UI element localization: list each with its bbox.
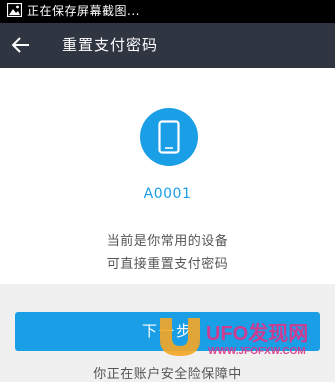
status-bar: 正在保存屏幕截图... xyxy=(0,0,335,23)
back-arrow-icon[interactable] xyxy=(11,35,31,55)
device-id: A0001 xyxy=(143,186,192,202)
watermark-url: WWW.JFOFXW.COM xyxy=(208,346,306,357)
device-info-panel: A0001 当前是你常用的设备 可直接重置支付密码 xyxy=(0,68,335,284)
watermark-logo: UFO发现网 WWW.JFOFXW.COM xyxy=(160,318,308,357)
device-badge xyxy=(140,108,198,166)
device-description-line1: 当前是你常用的设备 xyxy=(106,234,229,249)
watermark-brand: UFO发现网 xyxy=(206,321,308,345)
nav-bar: 重置支付密码 xyxy=(0,23,335,68)
status-text: 正在保存屏幕截图... xyxy=(27,4,140,18)
phone-icon xyxy=(158,120,180,154)
security-notice: 你正在账户安全险保障中 xyxy=(93,367,242,382)
page-title: 重置支付密码 xyxy=(62,36,159,54)
image-icon xyxy=(7,3,22,17)
device-description-line2: 可直接重置支付密码 xyxy=(106,257,229,272)
